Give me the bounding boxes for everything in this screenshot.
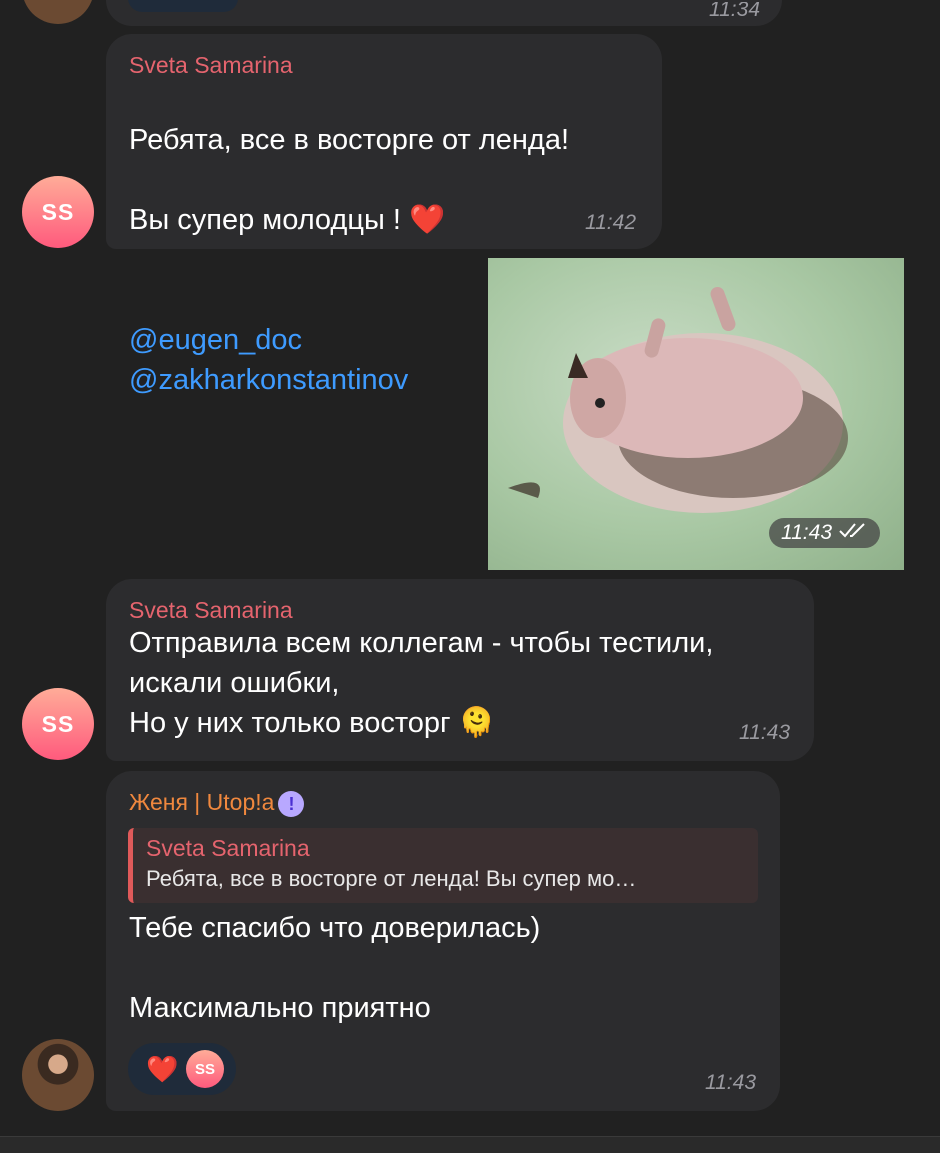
sender-name-text: Женя | Utop!a [129,789,275,815]
message-text: Отправила всем коллегам - чтобы тестили,… [129,627,714,739]
avatar-initials: SS [41,198,75,225]
media-time-badge: 11:43 [769,518,880,548]
mention-link[interactable]: @eugen_doc [129,324,302,356]
message-bubble-sveta-1: Sveta Samarina Ребята, все в восторге от… [106,34,662,396]
avatar-initials: SS [194,1060,215,1078]
heart-reaction-icon: ❤️ [146,1053,179,1084]
message-time: 11:43 [739,721,790,744]
avatar-partial-top[interactable] [22,0,94,24]
reply-quote[interactable]: Sveta Samarina Ребята, все в восторге от… [128,828,758,903]
message-text: Тебе спасибо что доверилась) Максимально… [129,912,541,1024]
composer-divider [0,1136,940,1153]
verified-badge-icon: ! [278,790,305,817]
partial-reaction[interactable] [128,0,238,12]
message-bubble-sveta-2: Sveta Samarina Отправила всем коллегам -… [106,579,814,761]
message-line: Вы супер молодцы ! ❤️ [129,204,446,236]
mention-link[interactable]: @zakharkonstantinov [129,364,408,396]
avatar-sveta[interactable]: SS [22,688,94,760]
double-check-icon [838,521,868,545]
message-bubble-zhenya: Женя | Utop!a! Sveta Samarina Ребята, вс… [106,771,780,1111]
avatar-initials: SS [41,710,75,737]
message-line: Ребята, все в восторге от ленда! [129,124,570,156]
avatar-zhenya[interactable] [22,1039,94,1111]
reply-text: Ребята, все в восторге от ленда! Вы супе… [146,866,637,891]
reply-sender: Sveta Samarina [146,835,310,861]
message-time: 11:43 [705,1071,756,1094]
message-time: 11:43 [781,521,832,544]
video-message[interactable]: 11:43 [488,258,904,570]
reactor-avatar: SS [186,1050,224,1088]
reaction-chip[interactable]: ❤️ SS [128,1043,236,1095]
message-time: 11:42 [585,211,636,234]
message-time: 11:34 [709,2,760,16]
sender-name[interactable]: Sveta Samarina [129,50,293,80]
avatar-sveta[interactable]: SS [22,176,94,248]
partial-top-bubble: 11:34 [106,0,782,26]
sender-name[interactable]: Женя | Utop!a! [129,787,305,817]
sender-name[interactable]: Sveta Samarina [129,595,293,625]
